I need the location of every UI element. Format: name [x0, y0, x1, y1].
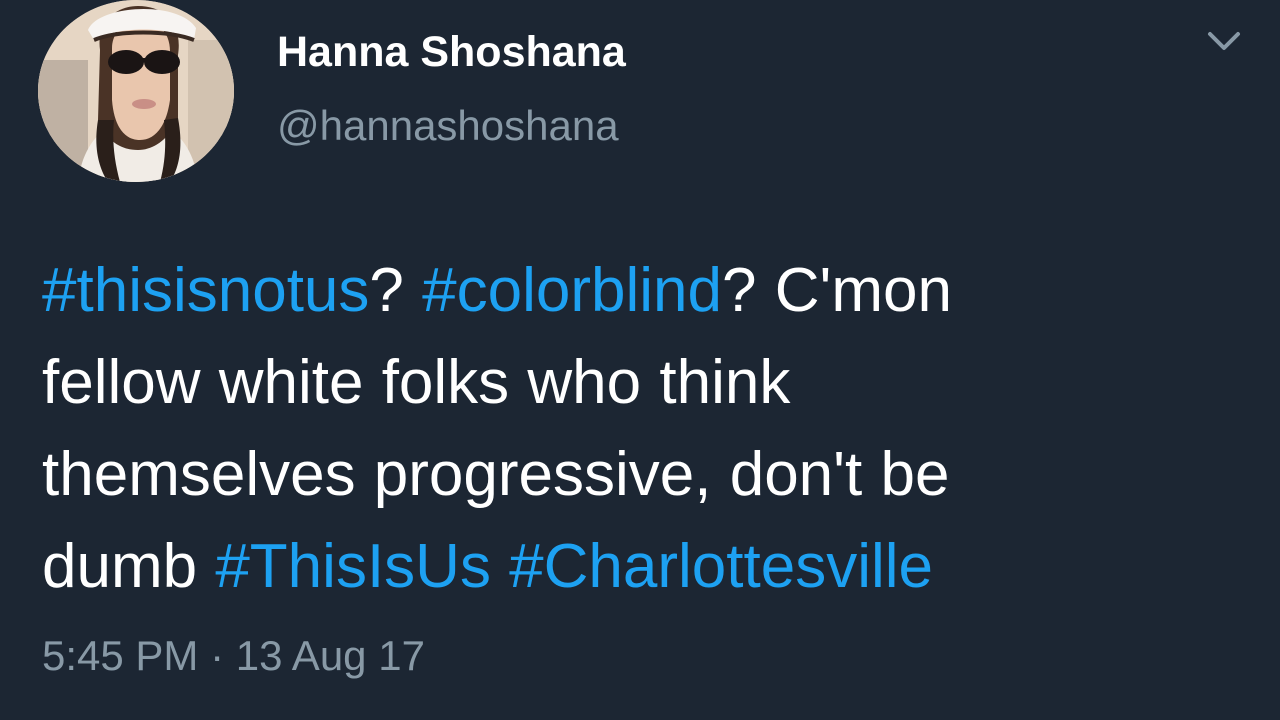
tweet-card: Hanna Shoshana @hannashoshana #thisisnot… — [0, 0, 1280, 720]
hashtag-link[interactable]: #Charlottesville — [509, 532, 933, 601]
author-handle[interactable]: @hannashoshana — [277, 102, 619, 150]
tweet-line: fellow white folks who think — [42, 337, 1242, 429]
tweet-timestamp[interactable]: 5:45 PM · 13 Aug 17 — [42, 632, 425, 680]
tweet-text-segment: themselves progressive, don't be — [42, 440, 950, 509]
tweet-text: #thisisnotus? #colorblind? C'mon fellow … — [42, 245, 1242, 613]
author-display-name[interactable]: Hanna Shoshana — [277, 28, 626, 77]
tweet-text-segment: dumb — [42, 532, 216, 601]
chevron-down-icon[interactable] — [1204, 26, 1244, 56]
tweet-text-segment: fellow white folks who think — [42, 348, 791, 417]
tweet-text-segment: ? C'mon — [722, 256, 952, 325]
profile-photo — [38, 0, 234, 182]
avatar[interactable] — [38, 0, 234, 182]
hashtag-link[interactable]: #thisisnotus — [42, 256, 369, 325]
tweet-line: #thisisnotus? #colorblind? C'mon — [42, 245, 1242, 337]
tweet-line: dumb #ThisIsUs #Charlottesville — [42, 521, 1242, 613]
hashtag-link[interactable]: #colorblind — [422, 256, 722, 325]
tweet-text-segment — [491, 532, 509, 601]
tweet-text-segment: ? — [369, 256, 423, 325]
hashtag-link[interactable]: #ThisIsUs — [215, 532, 491, 601]
tweet-line: themselves progressive, don't be — [42, 429, 1242, 521]
